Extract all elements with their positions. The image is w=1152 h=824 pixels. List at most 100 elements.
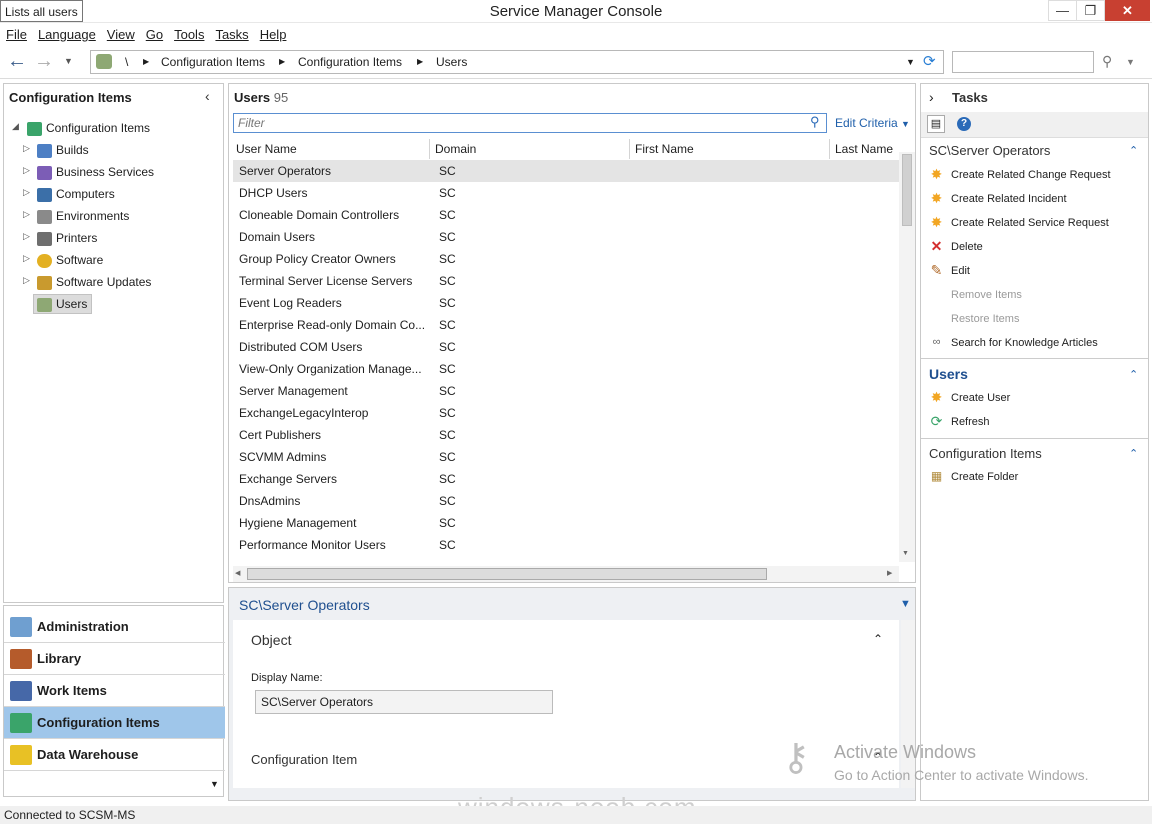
table-row[interactable]: Server Operators SC: [233, 160, 899, 182]
task-create-incident[interactable]: Create Related Incident: [951, 190, 1067, 208]
maximize-button[interactable]: ❐: [1076, 0, 1105, 21]
edit-criteria-button[interactable]: Edit Criteria ▼: [835, 116, 910, 130]
chevron-down-icon[interactable]: ▼: [906, 57, 915, 67]
search-icon[interactable]: ⚲: [810, 114, 820, 130]
cell-user-name: ExchangeLegacyInterop: [239, 406, 369, 420]
menu-tools[interactable]: Tools: [168, 23, 209, 42]
task-restore-items[interactable]: Restore Items: [951, 310, 1019, 328]
collapsed-arrow-icon[interactable]: ▷: [23, 209, 30, 220]
nav-overflow-icon[interactable]: ▼: [210, 779, 219, 789]
task-create-service-request[interactable]: Create Related Service Request: [951, 214, 1109, 232]
table-row[interactable]: Enterprise Read-only Domain Co... SC: [233, 314, 899, 336]
tree-item-users[interactable]: Users: [33, 294, 93, 314]
column-header-last-name[interactable]: Last Name: [830, 139, 899, 159]
tree-item-printers[interactable]: Printers: [37, 229, 97, 247]
task-remove-items[interactable]: Remove Items: [951, 286, 1022, 304]
table-row[interactable]: Distributed COM Users SC: [233, 336, 899, 358]
table-row[interactable]: SCVMM Admins SC: [233, 446, 899, 468]
tree-item-builds[interactable]: Builds: [37, 141, 89, 159]
task-create-folder[interactable]: Create Folder: [951, 468, 1018, 486]
forward-arrow-icon[interactable]: →: [33, 51, 55, 72]
menu-view[interactable]: View: [101, 23, 140, 42]
tree-item-business-services[interactable]: Business Services: [37, 163, 154, 181]
nav-administration[interactable]: Administration: [4, 611, 225, 643]
table-row[interactable]: Domain Users SC: [233, 226, 899, 248]
collapse-group-icon[interactable]: ⌃: [1129, 447, 1138, 460]
chevron-down-icon[interactable]: ▼: [1126, 57, 1135, 67]
task-create-user[interactable]: Create User: [951, 389, 1010, 407]
table-row[interactable]: Performance Monitor Users SC: [233, 534, 899, 556]
table-row[interactable]: Hygiene Management SC: [233, 512, 899, 534]
breadcrumb-root[interactable]: \: [125, 55, 128, 69]
filter-input[interactable]: Filter: [233, 113, 827, 133]
task-search-knowledge[interactable]: Search for Knowledge Articles: [951, 334, 1098, 352]
collapse-pane-icon[interactable]: ‹: [205, 88, 210, 104]
nav-data-warehouse[interactable]: Data Warehouse: [4, 739, 225, 771]
collapsed-arrow-icon[interactable]: ▷: [23, 187, 30, 198]
collapse-group-icon[interactable]: ⌃: [1129, 368, 1138, 381]
minimize-button[interactable]: —: [1048, 0, 1077, 21]
history-dropdown-icon[interactable]: ▼: [64, 56, 73, 66]
menu-tasks[interactable]: Tasks: [209, 23, 253, 42]
table-row[interactable]: Exchange Servers SC: [233, 468, 899, 490]
table-row[interactable]: DnsAdmins SC: [233, 490, 899, 512]
collapsed-arrow-icon[interactable]: ▷: [23, 143, 30, 154]
collapse-section-icon[interactable]: ⌃: [873, 632, 883, 646]
scrollbar-thumb[interactable]: [247, 568, 767, 580]
table-row[interactable]: ExchangeLegacyInterop SC: [233, 402, 899, 424]
display-name-field[interactable]: SC\Server Operators: [255, 690, 553, 714]
table-row[interactable]: Terminal Server License Servers SC: [233, 270, 899, 292]
back-arrow-icon[interactable]: ←: [6, 51, 28, 72]
horizontal-scrollbar[interactable]: ◀ ▶: [233, 566, 899, 582]
scroll-right-icon[interactable]: ▶: [887, 569, 892, 577]
menu-go[interactable]: Go: [140, 23, 168, 42]
refresh-icon[interactable]: ⟳: [923, 52, 936, 70]
nav-configuration-items[interactable]: Configuration Items: [4, 707, 225, 739]
menu-language[interactable]: Language: [32, 23, 101, 42]
tree-item-environments[interactable]: Environments: [37, 207, 129, 225]
table-row[interactable]: DHCP Users SC: [233, 182, 899, 204]
table-row[interactable]: Cert Publishers SC: [233, 424, 899, 446]
tree-item-software[interactable]: Software: [37, 251, 103, 269]
nav-work-items[interactable]: Work Items: [4, 675, 225, 707]
task-refresh[interactable]: Refresh: [951, 413, 990, 431]
column-header-user-name[interactable]: User Name: [231, 139, 430, 159]
help-icon[interactable]: ?: [957, 117, 971, 131]
breadcrumb[interactable]: \ ▶ Configuration Items ▶ Configuration …: [90, 50, 944, 74]
expanded-arrow-icon[interactable]: ◢: [12, 121, 19, 132]
scroll-left-icon[interactable]: ◀: [235, 569, 240, 577]
search-icon[interactable]: ⚲: [1102, 53, 1112, 70]
collapsed-arrow-icon[interactable]: ▷: [23, 231, 30, 242]
table-row[interactable]: Event Log Readers SC: [233, 292, 899, 314]
table-row[interactable]: View-Only Organization Manage... SC: [233, 358, 899, 380]
expand-tasks-icon[interactable]: ›: [929, 89, 934, 105]
collapsed-arrow-icon[interactable]: ▷: [23, 275, 30, 286]
menu-help[interactable]: Help: [254, 23, 292, 42]
collapsed-arrow-icon[interactable]: ▷: [23, 253, 30, 264]
table-row[interactable]: Group Policy Creator Owners SC: [233, 248, 899, 270]
breadcrumb-item[interactable]: Users: [436, 55, 467, 69]
chevron-down-icon[interactable]: ▼: [900, 598, 911, 610]
collapse-group-icon[interactable]: ⌃: [1129, 144, 1138, 157]
table-row[interactable]: Server Management SC: [233, 380, 899, 402]
vertical-scrollbar[interactable]: ▼: [899, 152, 915, 562]
task-create-change-request[interactable]: Create Related Change Request: [951, 166, 1111, 184]
scrollbar-thumb[interactable]: [902, 154, 912, 226]
search-input[interactable]: [952, 51, 1094, 73]
table-row[interactable]: Cloneable Domain Controllers SC: [233, 204, 899, 226]
tree-item-configuration-items[interactable]: Configuration Items: [27, 119, 150, 137]
clipboard-icon[interactable]: ▤: [927, 115, 945, 133]
breadcrumb-item[interactable]: Configuration Items: [161, 55, 265, 69]
task-delete[interactable]: Delete: [951, 238, 983, 256]
menu-file[interactable]: File: [0, 23, 32, 42]
close-button[interactable]: ✕: [1105, 0, 1150, 21]
column-header-first-name[interactable]: First Name: [630, 139, 830, 159]
column-header-domain[interactable]: Domain: [430, 139, 630, 159]
tree-item-software-updates[interactable]: Software Updates: [37, 273, 151, 291]
task-edit[interactable]: Edit: [951, 262, 970, 280]
breadcrumb-item[interactable]: Configuration Items: [298, 55, 402, 69]
scroll-down-icon[interactable]: ▼: [902, 550, 909, 557]
nav-library[interactable]: Library: [4, 643, 225, 675]
collapsed-arrow-icon[interactable]: ▷: [23, 165, 30, 176]
tree-item-computers[interactable]: Computers: [37, 185, 115, 203]
